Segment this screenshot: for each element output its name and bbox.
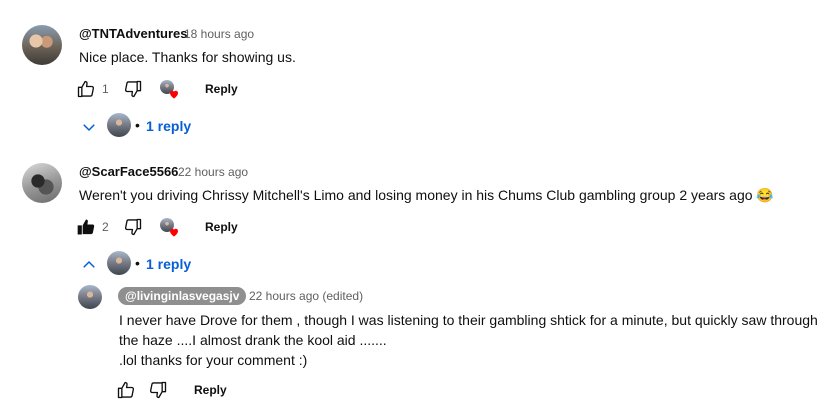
reply-text: I never have Drove for them , though I w… bbox=[119, 310, 829, 370]
reply-button[interactable]: Reply bbox=[194, 383, 227, 397]
reply-timestamp[interactable]: 22 hours ago (edited) bbox=[249, 289, 363, 303]
dislike-button[interactable] bbox=[123, 79, 143, 99]
replies-count-label: 1 reply bbox=[146, 256, 192, 272]
dislike-button[interactable] bbox=[123, 217, 143, 237]
comment-timestamp[interactable]: 18 hours ago bbox=[184, 27, 254, 41]
thumbs-up-icon bbox=[77, 219, 95, 235]
comment-text: Nice place. Thanks for showing us. bbox=[79, 49, 296, 65]
laughing-emoji: 😂 bbox=[756, 187, 774, 203]
chevron-down-icon bbox=[83, 124, 95, 132]
commenter-avatar[interactable] bbox=[22, 25, 62, 65]
like-button[interactable] bbox=[76, 217, 96, 237]
comment-text-body: Weren't you driving Chrissy Mitchell's L… bbox=[79, 187, 753, 203]
reply-button[interactable]: Reply bbox=[205, 220, 238, 234]
comment-text: Weren't you driving Chrissy Mitchell's L… bbox=[79, 185, 774, 205]
reply-text-line: the haze ....I almost drank the kool aid… bbox=[119, 332, 387, 348]
like-button[interactable] bbox=[76, 79, 96, 99]
creator-heart-icon bbox=[170, 90, 178, 99]
view-replies-toggle[interactable]: • 1 reply bbox=[80, 113, 200, 139]
creator-heart[interactable] bbox=[160, 218, 180, 238]
creator-badge-handle[interactable]: @livinginlasvegasjv bbox=[118, 287, 247, 305]
chevron-up-icon bbox=[83, 260, 95, 268]
hide-replies-toggle[interactable]: • 1 reply bbox=[80, 251, 200, 277]
reply-avatar[interactable] bbox=[78, 285, 102, 309]
reply-author-avatar bbox=[107, 113, 131, 137]
reply-author-avatar bbox=[107, 251, 131, 275]
thumbs-up-icon bbox=[117, 381, 135, 399]
reply-button[interactable]: Reply bbox=[205, 82, 238, 96]
comment-timestamp[interactable]: 22 hours ago bbox=[178, 165, 248, 179]
creator-heart[interactable] bbox=[160, 80, 180, 100]
like-count: 2 bbox=[102, 220, 109, 234]
thumbs-down-icon bbox=[124, 80, 142, 98]
thumbs-down-icon bbox=[149, 381, 167, 399]
reply-text-line: .lol thanks for your comment :) bbox=[119, 352, 308, 368]
separator-dot: • bbox=[135, 117, 140, 133]
like-button[interactable] bbox=[116, 380, 136, 400]
replies-count-label: 1 reply bbox=[146, 118, 192, 134]
creator-heart-icon bbox=[170, 228, 178, 237]
like-count: 1 bbox=[102, 82, 109, 96]
thumbs-up-icon bbox=[77, 80, 95, 98]
separator-dot: • bbox=[135, 255, 140, 271]
commenter-avatar[interactable] bbox=[22, 163, 62, 203]
reply-text-line: I never have Drove for them , though I w… bbox=[119, 312, 818, 328]
thumbs-down-icon bbox=[124, 218, 142, 236]
dislike-button[interactable] bbox=[148, 380, 168, 400]
comment-author[interactable]: @TNTAdventures bbox=[79, 26, 188, 41]
comment-author[interactable]: @ScarFace5566 bbox=[79, 164, 178, 179]
